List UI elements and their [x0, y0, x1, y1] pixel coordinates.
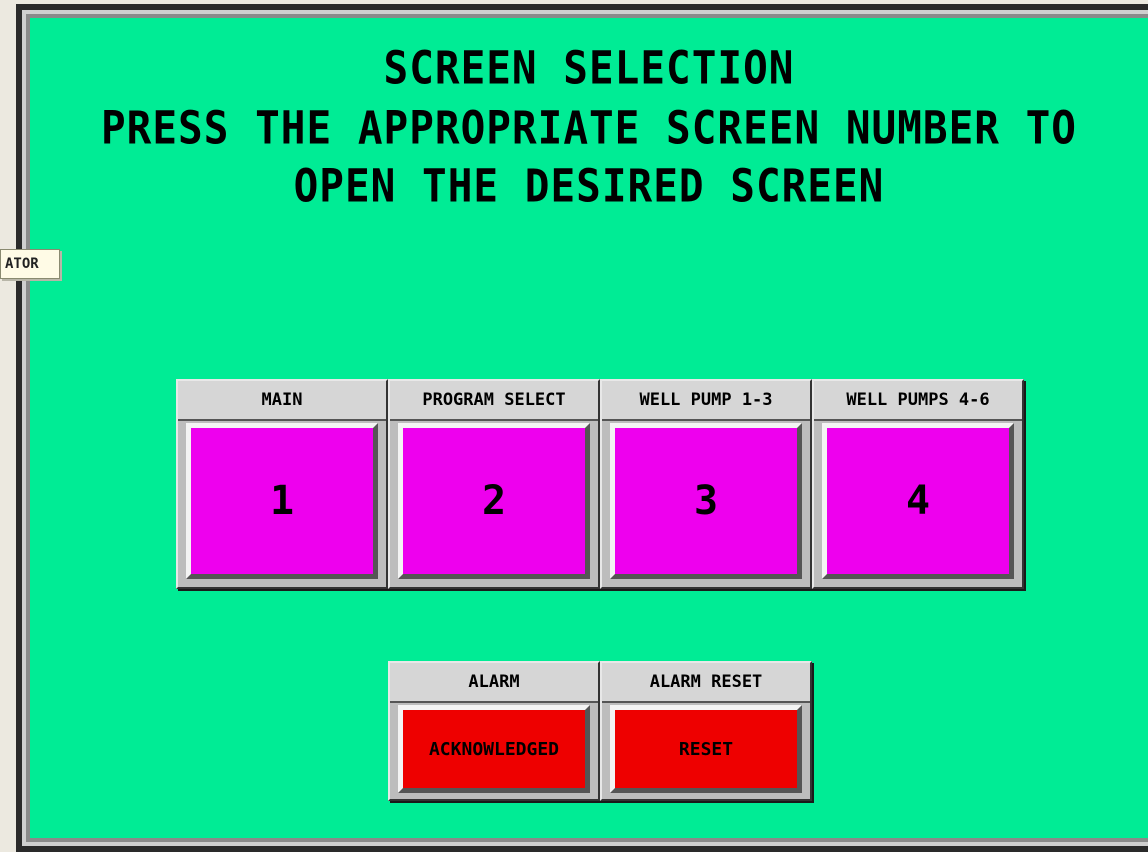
alarm-reset-module: ALARM RESET RESET: [600, 661, 812, 801]
tooltip-tag: ATOR: [0, 249, 60, 279]
hmi-panel: SCREEN SELECTION PRESS THE APPROPRIATE S…: [16, 4, 1148, 852]
screen-module-program-select: PROGRAM SELECT 2: [388, 379, 600, 589]
screen-label-well-pump-1-3: WELL PUMP 1-3: [602, 381, 810, 421]
page-title: SCREEN SELECTION: [383, 41, 795, 95]
alarm-acknowledge-button[interactable]: ACKNOWLEDGED: [398, 705, 590, 793]
screen-label-main: MAIN: [178, 381, 386, 421]
screen-label-well-pumps-4-6: WELL PUMPS 4-6: [814, 381, 1022, 421]
screen-label-program-select: PROGRAM SELECT: [390, 381, 598, 421]
alarm-reset-label: ALARM RESET: [602, 663, 810, 703]
alarm-module: ALARM ACKNOWLEDGED: [388, 661, 600, 801]
screen-module-main: MAIN 1: [176, 379, 388, 589]
screen-module-well-pumps-4-6: WELL PUMPS 4-6 4: [812, 379, 1024, 589]
screen-1-button[interactable]: 1: [186, 423, 378, 579]
alarm-reset-button[interactable]: RESET: [610, 705, 802, 793]
instruction-line-1: PRESS THE APPROPRIATE SCREEN NUMBER TO: [101, 101, 1077, 155]
screen-4-button[interactable]: 4: [822, 423, 1014, 579]
screen-selection-panel: SCREEN SELECTION PRESS THE APPROPRIATE S…: [26, 14, 1148, 842]
instruction-line-2: OPEN THE DESIRED SCREEN: [293, 159, 885, 213]
screen-3-button[interactable]: 3: [610, 423, 802, 579]
screen-2-button[interactable]: 2: [398, 423, 590, 579]
alarm-label: ALARM: [390, 663, 598, 703]
window-edge: [0, 0, 10, 852]
screen-module-well-pump-1-3: WELL PUMP 1-3 3: [600, 379, 812, 589]
